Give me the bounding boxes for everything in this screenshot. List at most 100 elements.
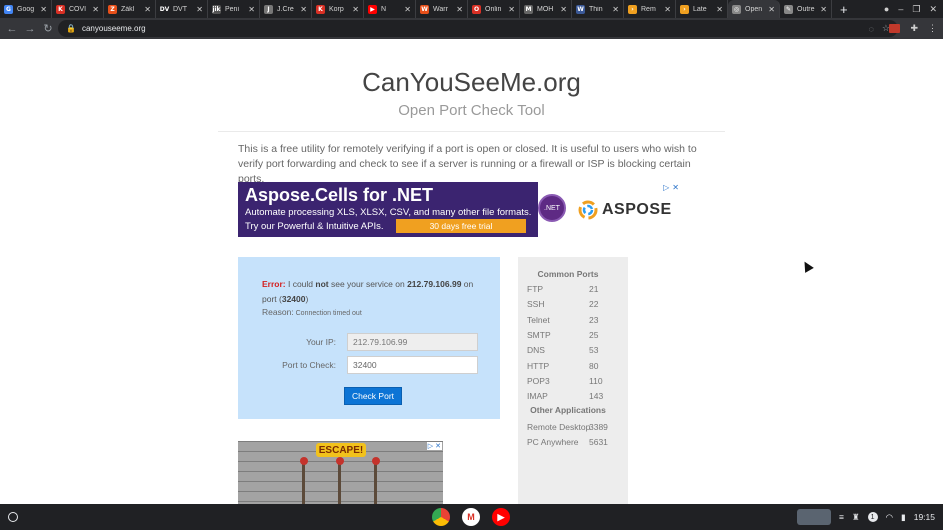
back-icon[interactable]: ←: [3, 23, 21, 35]
browser-tab[interactable]: J J.Cre ✕: [260, 0, 312, 18]
ball-icon: [300, 457, 308, 465]
forward-icon[interactable]: →: [21, 23, 39, 35]
eye-off-icon[interactable]: ◌: [869, 24, 874, 34]
wifi-icon[interactable]: ◠: [886, 512, 893, 523]
notification-icon[interactable]: ♜: [852, 512, 860, 523]
escape-title[interactable]: ESCAPE!: [316, 443, 366, 457]
close-window-icon[interactable]: ✕: [929, 4, 937, 15]
error-ip: 212.79.106.99: [407, 279, 462, 289]
minimize-icon[interactable]: –: [898, 4, 903, 14]
tab-close-icon[interactable]: ✕: [248, 5, 255, 14]
tab-favicon-icon: K: [316, 4, 325, 14]
ad-close-icon[interactable]: ✕: [672, 183, 679, 192]
tab-favicon-icon: J: [264, 4, 273, 14]
ip-field[interactable]: 212.79.106.99: [347, 333, 478, 351]
tab-close-icon[interactable]: ✕: [300, 5, 307, 14]
tab-close-icon[interactable]: ✕: [196, 5, 203, 14]
youtube-app-icon[interactable]: ▶: [492, 508, 510, 526]
divider: [218, 131, 725, 132]
port-number: 80: [589, 360, 599, 371]
tab-close-icon[interactable]: ✕: [456, 5, 463, 14]
tab-close-icon[interactable]: ✕: [352, 5, 359, 14]
browser-tab[interactable]: Z Zákl ✕: [104, 0, 156, 18]
ad-choices-icon[interactable]: ▷: [663, 183, 669, 192]
browser-tab[interactable]: W Thin ✕: [572, 0, 624, 18]
tab-favicon-icon: K: [56, 4, 65, 14]
clock[interactable]: 19:15: [914, 512, 935, 522]
browser-tab[interactable]: › Late ✕: [676, 0, 728, 18]
extensions-puzzle-icon[interactable]: ✚: [910, 23, 918, 34]
ball-icon: [336, 457, 344, 465]
aspose-ad-banner[interactable]: Aspose.Cells for .NET Automate processin…: [238, 182, 681, 237]
url-text[interactable]: canyouseeme.org: [82, 24, 146, 33]
extension-icon[interactable]: [889, 24, 901, 33]
tab-label: Peni: [225, 5, 240, 13]
port-input[interactable]: 32400: [347, 356, 478, 374]
os-shelf: M ▶ ≡ ♜ 1 ◠ ▮ 19:15: [0, 504, 943, 530]
tab-favicon-icon: ◎: [732, 4, 741, 14]
site-title: CanYouSeeMe.org: [362, 67, 581, 97]
tab-close-icon[interactable]: ✕: [144, 5, 151, 14]
browser-tab[interactable]: › Rem ✕: [624, 0, 676, 18]
system-tray[interactable]: ≡ ♜ 1 ◠ ▮ 19:15: [797, 504, 935, 530]
browser-tab[interactable]: DV DVT ✕: [156, 0, 208, 18]
playlist-icon[interactable]: ≡: [839, 512, 844, 522]
webpage: CanYouSeeMe.org Open Port Check Tool Thi…: [0, 39, 943, 504]
port-label: Port to Check:: [282, 360, 336, 370]
tab-close-icon[interactable]: ✕: [664, 5, 671, 14]
ad-cta-button[interactable]: 30 days free trial: [396, 219, 526, 233]
browser-tab[interactable]: jik Peni ✕: [208, 0, 260, 18]
error-not: not: [315, 279, 329, 289]
reason-text: Connection timed out: [293, 310, 362, 317]
port-name: SMTP: [527, 329, 551, 340]
tab-close-icon[interactable]: ✕: [404, 5, 411, 14]
notification-count-badge[interactable]: 1: [867, 512, 878, 522]
tab-close-icon[interactable]: ✕: [40, 5, 47, 14]
escape-game-ad[interactable]: ESCAPE! ▷ ✕: [238, 441, 443, 504]
browser-tab[interactable]: M MOH ✕: [520, 0, 572, 18]
tab-close-icon[interactable]: ✕: [560, 5, 567, 14]
tab-label: Outre: [797, 5, 815, 13]
launcher-icon[interactable]: [8, 512, 18, 522]
port-number: 22: [589, 299, 599, 310]
maximize-icon[interactable]: ❐: [912, 4, 920, 15]
browser-tab[interactable]: K COVI ✕: [52, 0, 104, 18]
browser-tab[interactable]: O Onlin ✕: [468, 0, 520, 18]
tab-close-icon[interactable]: ✕: [508, 5, 515, 14]
menu-kebab-icon[interactable]: ⋮: [928, 23, 937, 34]
common-ports-heading: Common Ports: [537, 269, 599, 279]
ad-brand-name: ASPOSE: [602, 200, 672, 218]
battery-icon[interactable]: ▮: [901, 512, 906, 523]
tab-close-icon[interactable]: ✕: [716, 5, 723, 14]
ad-choices[interactable]: ▷ ✕: [663, 183, 679, 192]
tab-close-icon[interactable]: ✕: [820, 5, 827, 14]
browser-tab[interactable]: W Warr ✕: [416, 0, 468, 18]
reason-line: Reason: Connection timed out: [262, 307, 362, 317]
browser-tab[interactable]: ✎ Outre ✕: [780, 0, 832, 18]
tab-close-icon[interactable]: ✕: [612, 5, 619, 14]
port-number: 53: [589, 345, 599, 356]
address-bar[interactable]: 🔒 canyouseeme.org ◌ ☆: [58, 20, 898, 37]
reload-icon[interactable]: ↻: [39, 22, 57, 35]
ad-line-1: Automate processing XLS, XLSX, CSV, and …: [245, 207, 532, 218]
tab-label: Onlin: [485, 5, 502, 13]
reason-label: Reason:: [262, 307, 294, 317]
tab-label: Korp: [329, 5, 344, 13]
browser-tab[interactable]: ◎ Open ✕: [728, 0, 780, 18]
gmail-app-icon[interactable]: M: [462, 508, 480, 526]
browser-tab[interactable]: ▶ N ✕: [364, 0, 416, 18]
window-thumbnail[interactable]: [797, 509, 832, 525]
tab-favicon-icon: ›: [680, 4, 689, 14]
check-port-button[interactable]: Check Port: [344, 387, 402, 405]
ad-title[interactable]: Aspose.Cells for .NET: [245, 185, 433, 206]
tab-close-icon[interactable]: ✕: [768, 5, 775, 14]
browser-tab[interactable]: G Goog ✕: [0, 0, 52, 18]
profile-icon[interactable]: ●: [884, 4, 889, 14]
browser-tab[interactable]: K Korp ✕: [312, 0, 364, 18]
chrome-app-icon[interactable]: [432, 508, 450, 526]
ad2-choices[interactable]: ▷ ✕: [426, 442, 442, 450]
lock-icon[interactable]: 🔒: [66, 24, 76, 33]
tab-label: Rem: [641, 5, 656, 13]
tab-close-icon[interactable]: ✕: [92, 5, 99, 14]
new-tab-button[interactable]: +: [840, 2, 848, 17]
